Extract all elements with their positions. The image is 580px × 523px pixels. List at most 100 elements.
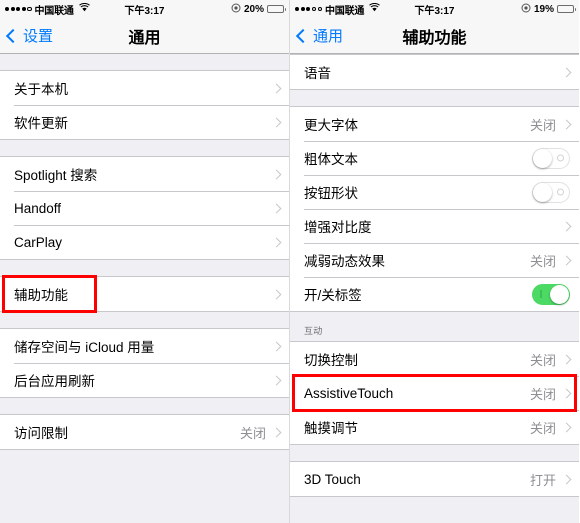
back-button-label: 设置 <box>23 28 54 45</box>
list-item-label: 更大字体 <box>304 118 358 133</box>
list-item-label: 关于本机 <box>14 82 68 97</box>
list-item-label: CarPlay <box>14 234 63 250</box>
list-item[interactable]: 更大字体 关闭 <box>290 107 579 141</box>
list-item[interactable]: 触摸调节 关闭 <box>290 410 579 444</box>
left-nav-bar: 设置 通用 <box>0 18 289 54</box>
back-button-general[interactable]: 通用 <box>295 25 344 46</box>
signal-dot-empty <box>27 6 32 12</box>
toggle-mark <box>540 290 542 298</box>
section-gap <box>0 54 289 70</box>
chevron-right-icon <box>561 422 572 432</box>
list-item[interactable]: 按钮形状 <box>290 175 579 209</box>
toggle-switch[interactable] <box>532 147 570 169</box>
list-item[interactable]: 后台应用刷新 <box>0 363 289 397</box>
list-item-label: AssistiveTouch <box>304 385 394 401</box>
wifi-icon <box>78 2 90 15</box>
settings-group: 辅助功能 <box>0 276 289 312</box>
left-status-right-group: 20% <box>231 3 286 16</box>
list-item-value: 关闭 <box>529 386 556 402</box>
list-item[interactable]: Spotlight 搜索 <box>0 157 289 191</box>
alarm-clock-icon <box>231 3 241 16</box>
right-status-right-group: 19% <box>521 3 576 16</box>
settings-group: 储存空间与 iCloud 用量 后台应用刷新 <box>0 328 289 398</box>
signal-strength-icon <box>5 6 32 12</box>
signal-dot-filled <box>295 7 299 11</box>
toggle-mark <box>557 154 564 162</box>
right-phone-screen: 中国联通 下午3:17 19% 通用 辅助功能 语音 更大字体 关闭 粗体文本 按钮形状 <box>290 0 579 523</box>
signal-dot-filled <box>10 7 15 11</box>
settings-group: 语音 <box>290 54 579 90</box>
list-item-label: 储存空间与 iCloud 用量 <box>14 340 155 355</box>
list-item[interactable]: 粗体文本 <box>290 141 579 175</box>
list-item[interactable]: 访问限制 关闭 <box>0 415 289 449</box>
battery-percent-label: 19% <box>533 3 554 15</box>
chevron-right-icon <box>271 341 282 351</box>
toggle-knob <box>533 148 552 168</box>
toggle-knob <box>533 182 552 202</box>
list-item-label: 减弱动态效果 <box>304 254 385 269</box>
signal-dot-empty <box>311 6 316 12</box>
list-item[interactable]: AssistiveTouch 关闭 <box>290 376 579 410</box>
list-item-label: 软件更新 <box>14 116 68 131</box>
chevron-left-icon <box>5 28 21 43</box>
back-button-settings[interactable]: 设置 <box>5 25 54 46</box>
list-item[interactable]: CarPlay <box>0 225 289 259</box>
wifi-icon <box>369 2 381 15</box>
list-item[interactable]: 减弱动态效果 关闭 <box>290 243 579 277</box>
settings-group: 3D Touch 打开 <box>290 461 579 497</box>
list-item[interactable]: 开/关标签 <box>290 277 579 311</box>
carrier-name: 中国联通 <box>325 5 365 17</box>
chevron-right-icon <box>271 169 282 179</box>
section-gap <box>290 445 579 461</box>
list-item-label: 后台应用刷新 <box>14 374 95 389</box>
back-button-label: 通用 <box>313 28 344 45</box>
signal-dot-filled <box>21 7 26 11</box>
list-item-label: 粗体文本 <box>304 152 358 167</box>
list-item-value: 关闭 <box>239 425 266 441</box>
list-item-value: 关闭 <box>529 352 556 368</box>
left-phone-screen: 中国联通 下午3:17 20% 设置 通用 关于本机 软件更新 Spotlight <box>0 0 290 523</box>
list-item[interactable]: Handoff <box>0 191 289 225</box>
list-item-label: 语音 <box>304 66 331 81</box>
toggle-knob <box>550 284 569 304</box>
list-item[interactable]: 关于本机 <box>0 71 289 105</box>
signal-dot-filled <box>300 7 305 11</box>
list-item-label: Handoff <box>14 200 62 216</box>
list-item-label: Spotlight 搜索 <box>14 168 98 183</box>
chevron-right-icon <box>561 119 572 129</box>
chevron-right-icon <box>561 474 572 484</box>
left-status-carrier-group: 中国联通 <box>5 2 90 17</box>
signal-strength-icon <box>295 6 322 12</box>
chevron-right-icon <box>271 427 282 437</box>
list-item-label: 访问限制 <box>14 426 68 441</box>
list-item-value: 关闭 <box>529 420 556 436</box>
chevron-left-icon <box>295 28 311 43</box>
toggle-switch[interactable] <box>532 283 570 305</box>
list-item[interactable]: 语音 <box>290 55 579 89</box>
left-status-bar: 中国联通 下午3:17 20% <box>0 0 289 18</box>
list-item[interactable]: 软件更新 <box>0 105 289 139</box>
list-item-label: 触摸调节 <box>304 421 358 436</box>
list-item[interactable]: 3D Touch 打开 <box>290 462 579 496</box>
settings-group: Spotlight 搜索 Handoff CarPlay <box>0 156 289 260</box>
chevron-right-icon <box>561 354 572 364</box>
list-item[interactable]: 储存空间与 iCloud 用量 <box>0 329 289 363</box>
section-gap <box>0 140 289 156</box>
list-item[interactable]: 增强对比度 <box>290 209 579 243</box>
left-settings-list: 关于本机软件更新 Spotlight 搜索 Handoff CarPlay 辅助功能储存… <box>0 54 289 450</box>
list-item[interactable]: 辅助功能 <box>0 277 289 311</box>
signal-dot-filled <box>5 7 9 11</box>
chevron-right-icon <box>561 255 572 265</box>
section-gap <box>0 398 289 414</box>
battery-icon <box>267 5 286 13</box>
chevron-right-icon <box>561 67 572 77</box>
carrier-name: 中国联通 <box>34 5 74 17</box>
toggle-switch[interactable] <box>532 181 570 203</box>
list-item-label: 切换控制 <box>304 353 358 368</box>
list-item-label: 开/关标签 <box>304 288 362 303</box>
chevron-right-icon <box>561 388 572 398</box>
list-item[interactable]: 切换控制 关闭 <box>290 342 579 376</box>
settings-group: 访问限制 关闭 <box>0 414 289 450</box>
signal-dot-filled <box>16 7 20 11</box>
chevron-right-icon <box>271 83 282 93</box>
